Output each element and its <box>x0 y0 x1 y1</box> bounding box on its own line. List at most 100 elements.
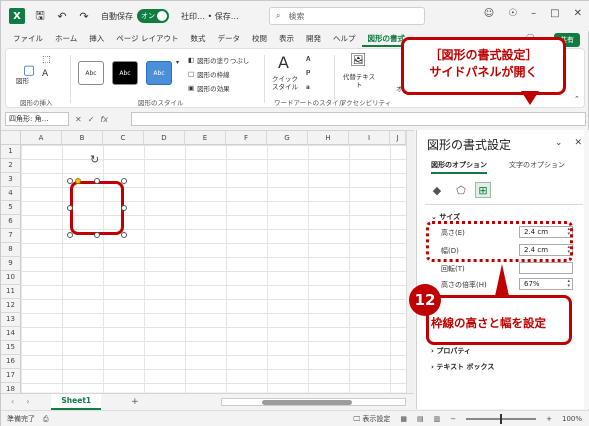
row-header[interactable]: 5 <box>1 201 21 215</box>
rotation-input[interactable] <box>519 262 573 274</box>
effects-pentagon-icon[interactable]: ⬠ <box>453 182 469 198</box>
shape-outline-button[interactable]: □ 図形の枠線 <box>188 69 230 79</box>
document-title[interactable]: 社印… • 保存… <box>181 11 239 22</box>
resize-handle[interactable] <box>67 232 73 238</box>
column-header[interactable]: J <box>390 131 406 145</box>
alt-text-icon[interactable]: 🖼 <box>350 53 367 68</box>
row-header[interactable]: 15 <box>1 341 21 355</box>
close-icon[interactable]: ✕ <box>574 8 582 19</box>
tab-developer[interactable]: 開発 <box>300 31 327 47</box>
quick-styles-button[interactable]: クイック スタイル <box>268 75 302 91</box>
row-header[interactable]: 1 <box>1 145 21 159</box>
style-gallery-more-icon[interactable]: ▾ <box>176 59 179 66</box>
name-box[interactable]: 四角形: 角… <box>5 112 69 126</box>
spinner-icon[interactable]: ▴ ▾ <box>567 279 570 289</box>
resize-handle[interactable] <box>121 205 127 211</box>
text-outline-icon[interactable]: 𝐏 <box>306 69 310 78</box>
zoom-out-icon[interactable]: − <box>450 415 456 423</box>
row-header[interactable]: 16 <box>1 355 21 369</box>
textbox-section-header[interactable]: › テキスト ボックス <box>431 362 494 372</box>
text-fill-icon[interactable]: 𝐀 <box>306 55 311 64</box>
style-preset-2[interactable]: Abc <box>112 61 138 85</box>
height-scale-input[interactable]: 67% ▴ ▾ <box>519 278 573 290</box>
row-header[interactable]: 8 <box>1 243 21 257</box>
tab-help[interactable]: ヘルプ <box>327 31 362 47</box>
tab-review[interactable]: 校閲 <box>246 31 273 47</box>
tab-data[interactable]: データ <box>212 31 247 47</box>
tab-home[interactable]: ホーム <box>49 31 83 47</box>
next-sheet-icon[interactable]: › <box>26 397 29 406</box>
style-preset-1[interactable]: Abc <box>78 61 104 85</box>
rotate-handle-icon[interactable]: ↻ <box>90 153 99 166</box>
row-header[interactable]: 3 <box>1 173 21 187</box>
tab-formulas[interactable]: 数式 <box>185 31 212 47</box>
page-break-view-icon[interactable]: ▥ <box>434 415 441 423</box>
adjust-handle[interactable] <box>75 178 81 184</box>
resize-handle[interactable] <box>121 232 127 238</box>
column-header[interactable]: A <box>21 131 62 145</box>
row-header[interactable]: 14 <box>1 327 21 341</box>
row-header[interactable]: 10 <box>1 271 21 285</box>
row-header[interactable]: 17 <box>1 369 21 383</box>
column-header[interactable]: F <box>226 131 267 145</box>
tab-file[interactable]: ファイル <box>7 31 49 47</box>
alt-text-button[interactable]: 代替テキスト <box>342 73 376 89</box>
fill-line-icon[interactable]: ◆ <box>429 182 445 198</box>
tab-view[interactable]: 表示 <box>273 31 300 47</box>
function-icon[interactable]: fx <box>100 115 108 124</box>
style-preset-3[interactable]: Abc <box>146 61 172 85</box>
rounded-rectangle-shape[interactable] <box>70 181 124 235</box>
redo-icon[interactable]: ↷ <box>77 9 91 23</box>
vertical-scrollbar[interactable] <box>406 131 414 393</box>
panel-options-icon[interactable]: ⌄ <box>555 138 563 148</box>
tab-insert[interactable]: 挿入 <box>83 31 110 47</box>
confirm-icon[interactable]: ✓ <box>88 115 95 124</box>
row-header[interactable]: 4 <box>1 187 21 201</box>
column-header[interactable]: B <box>62 131 103 145</box>
row-header[interactable]: 7 <box>1 229 21 243</box>
size-properties-icon[interactable]: ⊞ <box>475 182 491 198</box>
add-sheet-button[interactable]: + <box>131 397 139 407</box>
autosave-toggle[interactable]: オン <box>137 9 169 23</box>
column-header[interactable]: D <box>144 131 185 145</box>
horizontal-scroll-thumb[interactable] <box>262 400 352 405</box>
wordart-a-icon[interactable]: A <box>278 53 289 72</box>
horizontal-scrollbar[interactable] <box>221 398 406 406</box>
shape-effects-button[interactable]: ▣ 図形の効果 <box>188 83 230 93</box>
row-header[interactable]: 2 <box>1 159 21 173</box>
row-header[interactable]: 11 <box>1 285 21 299</box>
select-all-corner[interactable] <box>1 131 21 145</box>
normal-view-icon[interactable]: ▦ <box>400 415 407 423</box>
column-header[interactable]: H <box>308 131 349 145</box>
prev-sheet-icon[interactable]: ‹ <box>11 397 14 406</box>
resize-handle[interactable] <box>121 178 127 184</box>
sheet-tab-sheet1[interactable]: Sheet1 <box>51 393 102 410</box>
tab-page-layout[interactable]: ページ レイアウト <box>110 31 184 47</box>
panel-close-icon[interactable]: ✕ <box>574 138 582 148</box>
resize-handle[interactable] <box>94 178 100 184</box>
resize-handle[interactable] <box>67 205 73 211</box>
resize-handle[interactable] <box>94 232 100 238</box>
shape-fill-button[interactable]: ◧ 図形の塗りつぶし <box>188 55 249 65</box>
zoom-level[interactable]: 100% <box>562 415 582 423</box>
row-header[interactable]: 9 <box>1 257 21 271</box>
column-header[interactable]: C <box>103 131 144 145</box>
undo-icon[interactable]: ↶ <box>55 9 69 23</box>
text-effects-icon[interactable]: 𝐚 <box>306 83 310 92</box>
maximize-icon[interactable]: □ <box>550 8 559 19</box>
zoom-slider[interactable] <box>466 414 537 424</box>
accessibility-status-icon[interactable]: ⎙ <box>43 415 49 424</box>
row-header[interactable]: 6 <box>1 215 21 229</box>
row-header[interactable]: 13 <box>1 313 21 327</box>
tab-shape-options[interactable]: 図形のオプション <box>431 160 487 174</box>
edit-shape-icon[interactable]: ⬚ <box>42 55 51 65</box>
search-input[interactable]: ⌕ 検索 <box>269 7 425 25</box>
formula-input[interactable] <box>131 112 586 126</box>
resize-handle[interactable] <box>67 178 73 184</box>
column-header[interactable]: E <box>185 131 226 145</box>
properties-section-header[interactable]: › プロパティ <box>431 346 471 356</box>
save-icon[interactable]: 🖫 <box>33 9 47 23</box>
tab-text-options[interactable]: 文字のオプション <box>509 160 565 172</box>
page-layout-view-icon[interactable]: ▤ <box>417 415 424 423</box>
column-header[interactable]: G <box>267 131 308 145</box>
